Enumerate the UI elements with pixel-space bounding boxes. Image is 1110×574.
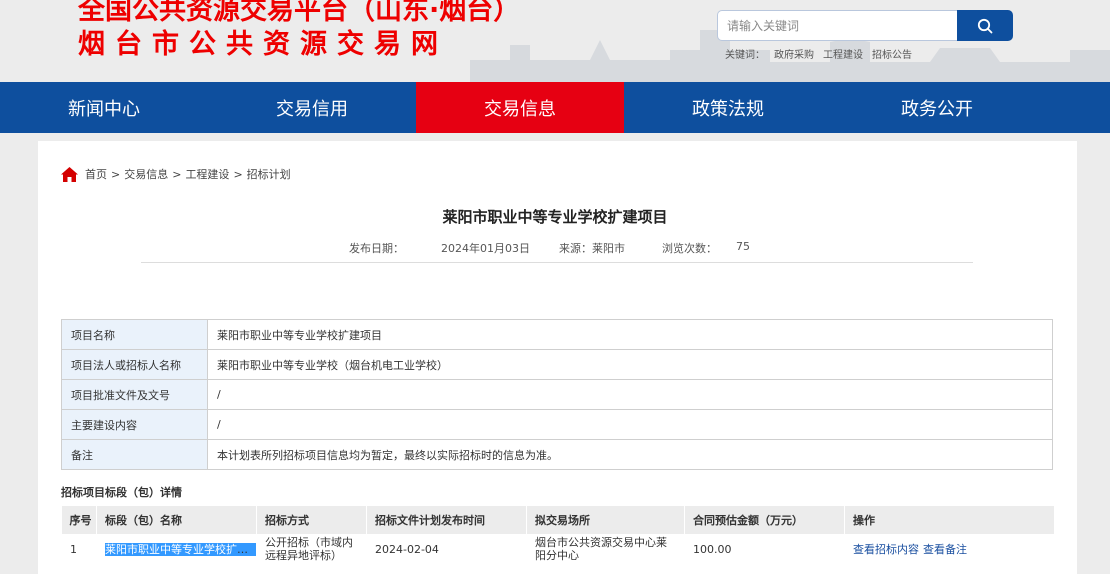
column-header: 拟交易场所 bbox=[526, 506, 685, 534]
breadcrumb-separator: > bbox=[172, 167, 182, 181]
brand-title-line2: 烟台市公共资源交易网 bbox=[78, 29, 448, 60]
row-value: / bbox=[207, 379, 1053, 410]
bid-sections-table: 序号 标段（包）名称 招标方式 招标文件计划发布时间 拟交易场所 合同预估金额（… bbox=[61, 506, 1054, 564]
row-label: 项目批准文件及文号 bbox=[61, 379, 208, 410]
breadcrumb-bid-plan[interactable]: 招标计划 bbox=[247, 166, 291, 182]
breadcrumb-trade-info[interactable]: 交易信息 bbox=[124, 166, 168, 182]
column-header: 序号 bbox=[61, 506, 97, 534]
row-value: 莱阳市职业中等专业学校扩建项目 bbox=[207, 319, 1053, 350]
views-count: 75 bbox=[736, 240, 750, 253]
project-info-table: 项目名称 莱阳市职业中等专业学校扩建项目 项目法人或招标人名称 莱阳市职业中等专… bbox=[61, 319, 1053, 470]
publish-date-label: 发布日期： bbox=[349, 242, 404, 255]
column-header: 操作 bbox=[844, 506, 1054, 534]
search-icon bbox=[977, 18, 993, 33]
nav-item-news[interactable]: 新闻中心 bbox=[0, 82, 208, 133]
table-header-row: 序号 标段（包）名称 招标方式 招标文件计划发布时间 拟交易场所 合同预估金额（… bbox=[61, 506, 1054, 534]
column-header: 标段（包）名称 bbox=[96, 506, 257, 534]
nav-item-credit[interactable]: 交易信用 bbox=[208, 82, 416, 133]
keywords-label: 关键词： bbox=[725, 50, 765, 61]
column-header: 招标方式 bbox=[256, 506, 367, 534]
table-row: 备注 本计划表所列招标项目信息均为暂定，最终以实际招标时的信息为准。 bbox=[61, 439, 1053, 470]
keyword-link[interactable]: 招标公告 bbox=[872, 50, 912, 61]
plan-publish-date: 2024-02-04 bbox=[366, 534, 527, 564]
title-divider bbox=[141, 262, 973, 263]
column-header: 招标文件计划发布时间 bbox=[366, 506, 527, 534]
breadcrumb-separator: > bbox=[111, 167, 121, 181]
table-row: 项目法人或招标人名称 莱阳市职业中等专业学校（烟台机电工业学校） bbox=[61, 349, 1053, 380]
table-row: 主要建设内容 / bbox=[61, 409, 1053, 440]
section-name-cell: 莱阳市职业中等专业学校扩建项目 bbox=[96, 534, 257, 564]
row-label: 主要建设内容 bbox=[61, 409, 208, 440]
search-keywords: 关键词： 政府采购 工程建设 招标公告 bbox=[725, 46, 921, 61]
breadcrumb: 首页 > 交易信息 > 工程建设 > 招标计划 bbox=[60, 164, 291, 184]
breadcrumb-engineering[interactable]: 工程建设 bbox=[185, 166, 229, 182]
nav-item-trade-info[interactable]: 交易信息 bbox=[416, 82, 624, 133]
site-header: 全国公共资源交易平台（山东·烟台） 烟台市公共资源交易网 关键词：政府采购工程建… bbox=[0, 0, 1110, 82]
table-row: 项目名称 莱阳市职业中等专业学校扩建项目 bbox=[61, 319, 1053, 350]
home-icon bbox=[61, 166, 78, 182]
nav-item-policy[interactable]: 政策法规 bbox=[624, 82, 832, 133]
column-header: 合同预估金额（万元） bbox=[684, 506, 845, 534]
row-label: 项目法人或招标人名称 bbox=[61, 349, 208, 380]
row-value: 本计划表所列招标项目信息均为暂定，最终以实际招标时的信息为准。 bbox=[207, 439, 1053, 470]
view-remarks-link[interactable]: 查看备注 bbox=[923, 543, 967, 556]
table-row: 项目批准文件及文号 / bbox=[61, 379, 1053, 410]
nav-item-government[interactable]: 政务公开 bbox=[832, 82, 1042, 133]
contract-amount: 100.00 bbox=[684, 534, 845, 564]
breadcrumb-separator: > bbox=[233, 167, 243, 181]
breadcrumb-home[interactable]: 首页 bbox=[85, 166, 107, 182]
search-input[interactable] bbox=[717, 10, 957, 41]
bid-section-title: 招标项目标段（包）详情 bbox=[61, 486, 182, 499]
search-button[interactable] bbox=[957, 10, 1013, 41]
row-number: 1 bbox=[61, 534, 97, 564]
operations-cell: 查看招标内容 查看备注 bbox=[844, 534, 1054, 564]
row-value: / bbox=[207, 409, 1053, 440]
row-label: 备注 bbox=[61, 439, 208, 470]
page-title: 莱阳市职业中等专业学校扩建项目 bbox=[442, 208, 668, 226]
bid-method: 公开招标（市域内远程异地评标） bbox=[256, 534, 367, 564]
keyword-link[interactable]: 工程建设 bbox=[823, 50, 863, 61]
article-source: 来源：莱阳市 bbox=[559, 242, 625, 255]
table-row: 1 莱阳市职业中等专业学校扩建项目 公开招标（市域内远程异地评标） 2024-0… bbox=[61, 534, 1054, 564]
publish-date: 2024年01月03日 bbox=[441, 242, 530, 255]
view-bid-content-link[interactable]: 查看招标内容 bbox=[853, 543, 919, 556]
main-nav: 新闻中心 交易信用 交易信息 政策法规 政务公开 bbox=[0, 82, 1110, 133]
row-label: 项目名称 bbox=[61, 319, 208, 350]
views-label: 浏览次数： bbox=[662, 242, 717, 255]
trade-place: 烟台市公共资源交易中心莱阳分中心 bbox=[526, 534, 685, 564]
row-value: 莱阳市职业中等专业学校（烟台机电工业学校） bbox=[207, 349, 1053, 380]
keyword-link[interactable]: 政府采购 bbox=[774, 50, 814, 61]
section-name-link[interactable]: 莱阳市职业中等专业学校扩建项目 bbox=[105, 542, 257, 556]
